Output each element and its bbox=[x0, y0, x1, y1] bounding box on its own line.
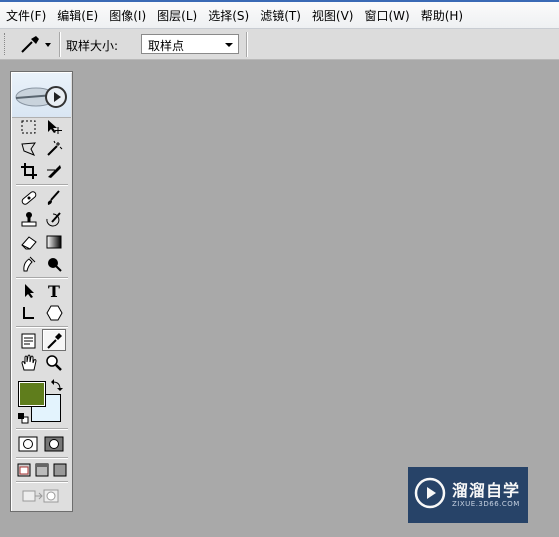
window-icon bbox=[53, 463, 67, 477]
options-bar-grip[interactable] bbox=[4, 33, 7, 55]
screen-mode-full-menu[interactable] bbox=[34, 460, 50, 481]
crop-icon bbox=[21, 163, 37, 179]
type-tool[interactable]: T bbox=[43, 280, 65, 301]
eyedropper-tool[interactable] bbox=[42, 329, 66, 351]
window-icon bbox=[35, 463, 49, 477]
eraser-icon bbox=[21, 236, 37, 250]
menu-bar: 文件(F) 编辑(E) 图像(I) 图层(L) 选择(S) 滤镜(T) 视图(V… bbox=[0, 0, 559, 29]
watermark-subtitle: ZIXUE.3D66.COM bbox=[452, 500, 520, 508]
sample-size-value: 取样点 bbox=[148, 39, 185, 53]
clone-stamp-tool[interactable] bbox=[18, 209, 40, 230]
photoshop-logo-icon bbox=[15, 86, 67, 108]
rect-marquee-icon bbox=[21, 120, 36, 134]
hand-icon bbox=[21, 354, 37, 371]
sample-size-label: 取样大小: bbox=[66, 39, 119, 53]
chevron-down-icon bbox=[225, 43, 233, 47]
slice-tool[interactable] bbox=[43, 160, 65, 181]
menu-help[interactable]: 帮助(H) bbox=[415, 7, 468, 24]
smudge-icon bbox=[23, 256, 36, 272]
foreground-color-swatch[interactable] bbox=[18, 381, 46, 407]
gradient-icon bbox=[46, 235, 62, 249]
standard-mode-icon bbox=[18, 436, 38, 452]
sample-size-select[interactable]: 取样点 bbox=[141, 34, 239, 54]
menu-file[interactable]: 文件(F) bbox=[0, 7, 51, 24]
window-icon bbox=[17, 463, 31, 477]
menu-view[interactable]: 视图(V) bbox=[306, 7, 359, 24]
swap-colors-icon[interactable] bbox=[51, 379, 63, 391]
polygon-lasso-icon bbox=[21, 142, 36, 156]
slice-icon bbox=[47, 165, 61, 178]
crop-tool[interactable] bbox=[18, 160, 40, 181]
chevron-down-icon bbox=[45, 43, 51, 47]
magnifier-icon bbox=[46, 355, 62, 371]
screen-mode-standard[interactable] bbox=[16, 460, 32, 481]
menu-select[interactable]: 选择(S) bbox=[202, 7, 254, 24]
jump-to-imageready-button[interactable] bbox=[20, 485, 64, 506]
notes-tool[interactable] bbox=[18, 330, 40, 351]
healing-brush-tool[interactable] bbox=[18, 187, 40, 208]
screen-mode-full[interactable] bbox=[52, 460, 68, 481]
pen-icon bbox=[23, 307, 34, 319]
eyedropper-icon bbox=[21, 36, 51, 53]
options-divider bbox=[246, 32, 247, 57]
menu-window[interactable]: 窗口(W) bbox=[358, 7, 414, 24]
options-divider bbox=[59, 32, 60, 57]
magic-wand-icon bbox=[47, 140, 63, 156]
menu-edit[interactable]: 编辑(E) bbox=[51, 7, 103, 24]
brush-tool[interactable] bbox=[43, 187, 65, 208]
eraser-tool[interactable] bbox=[18, 231, 40, 252]
magic-wand-tool[interactable] bbox=[43, 138, 65, 159]
blur-tool[interactable] bbox=[18, 253, 40, 274]
history-brush-tool[interactable] bbox=[43, 209, 65, 230]
move-icon bbox=[48, 120, 62, 134]
toolbox: T bbox=[10, 71, 73, 512]
history-brush-icon bbox=[46, 212, 61, 227]
stamp-icon bbox=[21, 212, 37, 227]
bandage-icon bbox=[21, 191, 37, 205]
menu-image[interactable]: 图像(I) bbox=[103, 7, 151, 24]
move-tool[interactable] bbox=[43, 116, 65, 137]
watermark: 溜溜自学 ZIXUE.3D66.COM bbox=[408, 467, 528, 523]
menu-filter[interactable]: 滤镜(T) bbox=[254, 7, 306, 24]
default-colors-icon[interactable] bbox=[18, 413, 29, 424]
eyedropper-icon bbox=[47, 333, 62, 349]
dodge-tool[interactable] bbox=[43, 253, 65, 274]
brush-icon bbox=[47, 190, 60, 205]
play-logo-icon bbox=[414, 477, 446, 509]
imageready-icon bbox=[22, 489, 59, 503]
options-bar: 取样大小: 取样点 bbox=[0, 29, 559, 60]
tool-preset-picker[interactable] bbox=[18, 33, 54, 55]
standard-mode-button[interactable] bbox=[17, 433, 40, 454]
arrow-pointer-icon bbox=[25, 284, 34, 298]
shape-tool[interactable] bbox=[43, 302, 65, 323]
path-selection-tool[interactable] bbox=[18, 280, 40, 301]
pen-tool[interactable] bbox=[18, 302, 40, 323]
dodge-icon bbox=[48, 258, 62, 272]
hand-tool[interactable] bbox=[18, 352, 40, 373]
marquee-tool[interactable] bbox=[18, 116, 40, 137]
menu-layer[interactable]: 图层(L) bbox=[151, 7, 202, 24]
toolbox-header[interactable] bbox=[12, 73, 71, 118]
watermark-title: 溜溜自学 bbox=[452, 481, 521, 500]
lasso-tool[interactable] bbox=[18, 138, 40, 159]
gradient-tool[interactable] bbox=[43, 231, 65, 252]
quick-mask-icon bbox=[44, 436, 64, 452]
type-icon: T bbox=[48, 282, 60, 300]
svg-text:T: T bbox=[48, 282, 60, 300]
quick-mask-button[interactable] bbox=[43, 433, 66, 454]
zoom-tool[interactable] bbox=[43, 352, 65, 373]
notes-icon bbox=[21, 333, 36, 349]
polygon-shape-icon bbox=[46, 305, 63, 321]
